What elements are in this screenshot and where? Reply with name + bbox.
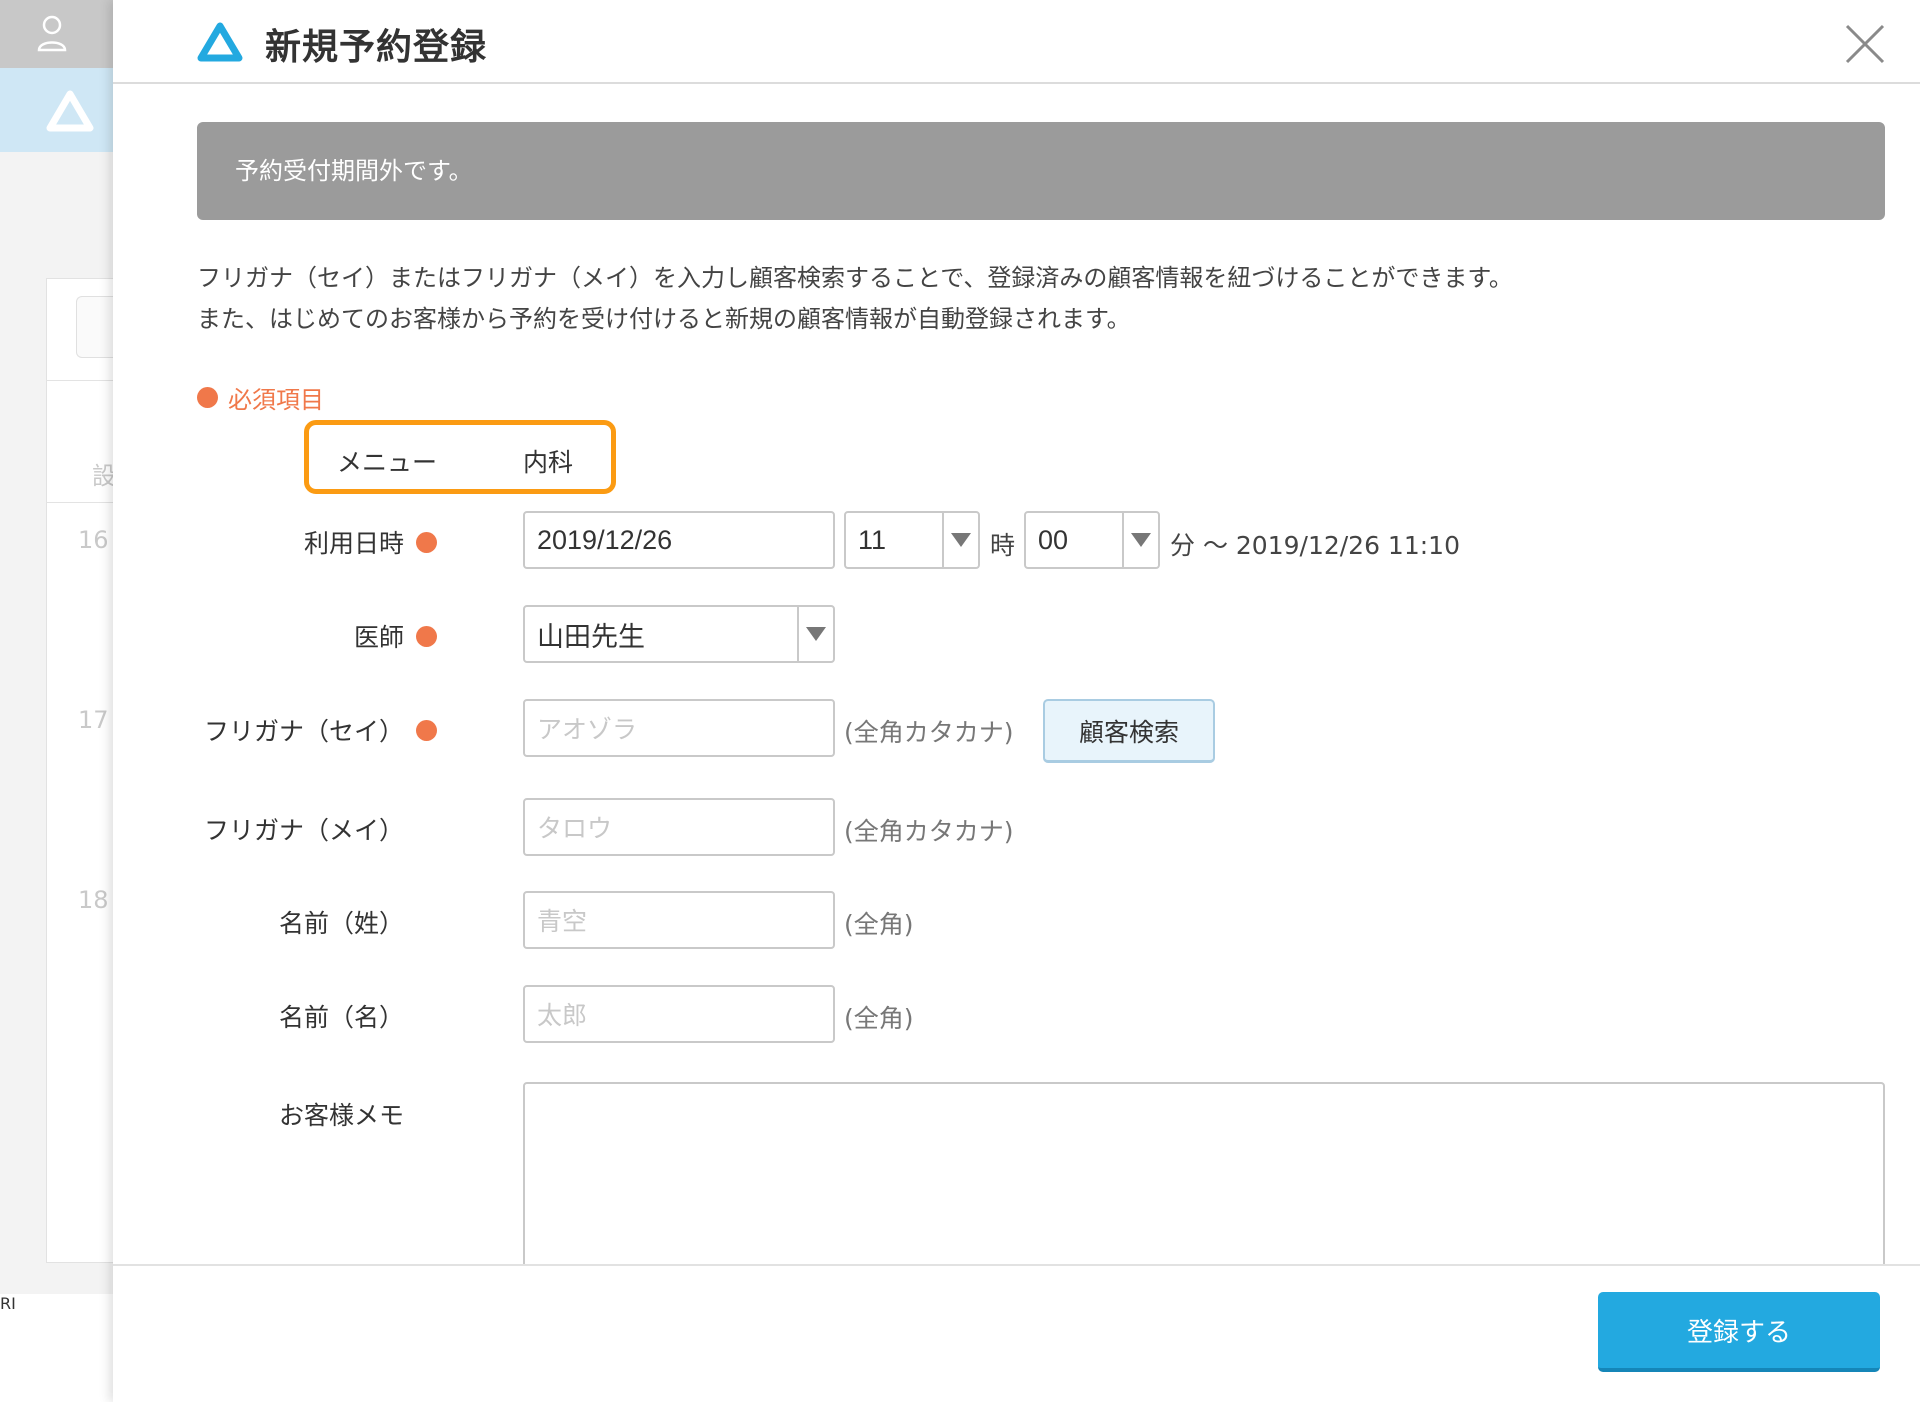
- first-name-placeholder: 太郎: [537, 1001, 588, 1030]
- required-dot-icon: [197, 387, 218, 408]
- kana-mei-label-text: フリガナ（メイ）: [203, 816, 404, 845]
- background-panel: [46, 278, 113, 1263]
- minute-value: 00: [1038, 524, 1069, 555]
- last-name-input[interactable]: 青空: [523, 891, 835, 949]
- description-line: また、はじめてのお客様から予約を受け付けると新規の顧客情報が自動登録されます。: [197, 305, 1131, 333]
- datetime-label: 利用日時: [197, 524, 437, 560]
- hour-select[interactable]: 11: [844, 511, 980, 569]
- close-icon[interactable]: [1843, 22, 1887, 66]
- modal-title: 新規予約登録: [265, 27, 488, 68]
- background-topbar: [0, 0, 113, 68]
- minute-select[interactable]: 00: [1024, 511, 1160, 569]
- kana-sei-label: フリガナ（セイ）: [197, 712, 437, 748]
- customer-search-button[interactable]: 顧客検索: [1043, 699, 1215, 763]
- user-icon[interactable]: [36, 14, 68, 52]
- doctor-label-text: 医師: [353, 623, 404, 652]
- memo-label: お客様メモ: [197, 1096, 437, 1132]
- doctor-label: 医師: [197, 618, 437, 654]
- first-name-label-text: 名前（名）: [278, 1003, 404, 1032]
- brand-logo-icon: [197, 22, 243, 62]
- kana-mei-hint: (全角カタカナ): [844, 817, 1014, 846]
- background-logo: RI: [0, 1294, 16, 1313]
- background-time-label: 18: [78, 886, 109, 914]
- datetime-label-text: 利用日時: [303, 529, 404, 558]
- menu-display: メニュー 内科: [304, 420, 616, 494]
- description: フリガナ（セイ）またはフリガナ（メイ）を入力し顧客検索することで、登録済みの顧客…: [197, 258, 1857, 340]
- hour-value: 11: [858, 524, 887, 555]
- kana-sei-placeholder: アオゾラ: [537, 715, 638, 744]
- dropdown-arrow-icon: [942, 513, 978, 567]
- date-value: 2019/12/26: [537, 524, 673, 555]
- date-input[interactable]: 2019/12/26: [523, 511, 835, 569]
- doctor-select[interactable]: 山田先生: [523, 605, 835, 663]
- dropdown-arrow-icon: [797, 607, 833, 661]
- menu-value: 内科: [523, 448, 574, 477]
- description-line: フリガナ（セイ）またはフリガナ（メイ）を入力し顧客検索することで、登録済みの顧客…: [197, 264, 1513, 292]
- register-button[interactable]: 登録する: [1598, 1292, 1880, 1372]
- last-name-placeholder: 青空: [537, 907, 588, 936]
- background-time-label: 16: [78, 526, 109, 554]
- first-name-hint: (全角): [844, 1004, 914, 1033]
- kana-sei-label-text: フリガナ（セイ）: [203, 717, 404, 746]
- kana-mei-label: フリガナ（メイ）: [197, 811, 437, 847]
- first-name-input[interactable]: 太郎: [523, 985, 835, 1043]
- required-dot-icon: [416, 531, 437, 553]
- kana-sei-hint: (全角カタカナ): [844, 718, 1014, 747]
- modal-footer: 登録する: [113, 1264, 1920, 1402]
- modal-header: 新規予約登録: [113, 0, 1920, 84]
- doctor-value: 山田先生: [537, 621, 645, 652]
- time-range-text: 分 〜 2019/12/26 11:10: [1170, 531, 1460, 560]
- required-dot-icon: [416, 625, 437, 647]
- reservation-modal: 新規予約登録 予約受付期間外です。 フリガナ（セイ）またはフリガナ（メイ）を入力…: [113, 0, 1920, 1402]
- required-note-text: 必須項目: [228, 386, 324, 414]
- last-name-label-text: 名前（姓）: [278, 909, 404, 938]
- background-footer: [0, 1294, 113, 1402]
- required-dot-icon: [416, 719, 437, 741]
- last-name-label: 名前（姓）: [197, 904, 437, 940]
- hour-unit: 時: [990, 531, 1016, 560]
- last-name-hint: (全角): [844, 910, 914, 939]
- background-search-box: [76, 296, 113, 358]
- notice-banner: 予約受付期間外です。: [197, 122, 1885, 220]
- first-name-label: 名前（名）: [197, 998, 437, 1034]
- background-brandbar: [0, 68, 113, 152]
- kana-sei-input[interactable]: アオゾラ: [523, 699, 835, 757]
- background-divider: [46, 502, 113, 503]
- kana-mei-input[interactable]: タロウ: [523, 798, 835, 856]
- background-divider: [46, 380, 113, 381]
- brand-logo-icon: [46, 90, 94, 132]
- kana-mei-placeholder: タロウ: [537, 814, 613, 843]
- required-note: 必須項目: [197, 380, 324, 415]
- dropdown-arrow-icon: [1122, 513, 1158, 567]
- memo-label-text: お客様メモ: [278, 1101, 404, 1130]
- background-time-label: 17: [78, 706, 109, 734]
- menu-label: メニュー: [337, 448, 438, 477]
